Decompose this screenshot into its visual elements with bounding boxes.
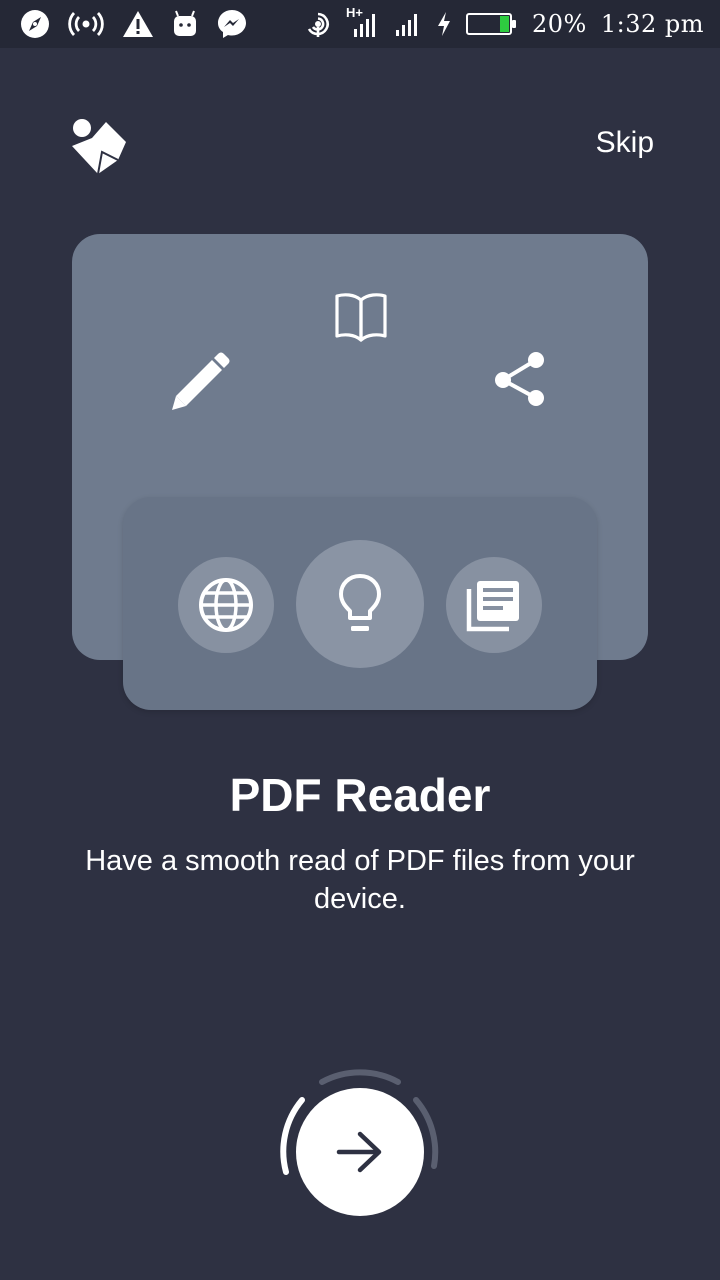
onboarding-screen: H+ 20% 1:32 pm Skip PDF Reader Have a sm…: [0, 0, 720, 1280]
pencil-icon: [172, 352, 230, 410]
news-circle: [446, 557, 542, 653]
lightbulb-circle: [296, 540, 424, 668]
status-bar: H+ 20% 1:32 pm: [0, 0, 720, 48]
status-bar-right: H+ 20% 1:32 pm: [290, 5, 704, 39]
charging-icon: [438, 12, 450, 36]
next-button-container: [274, 1066, 446, 1238]
signal-icon: [396, 14, 417, 36]
battery-percent: 20%: [532, 10, 587, 38]
compass-icon: [21, 10, 49, 38]
status-bar-left: [20, 8, 266, 40]
page-title: PDF Reader: [229, 769, 491, 821]
share-icon: [495, 352, 544, 406]
signal-icon: H+: [346, 5, 380, 39]
messenger-icon: [218, 10, 246, 38]
book-icon: [335, 293, 387, 342]
globe-circle: [178, 557, 274, 653]
clock: 1:32 pm: [600, 10, 704, 38]
hotspot-icon: [68, 12, 104, 36]
battery-icon: [466, 13, 516, 35]
news-icon: [466, 581, 519, 632]
signal-bars-icon: [354, 14, 375, 37]
warning-icon: [123, 11, 153, 37]
arrow-right-icon: [336, 1131, 382, 1173]
android-icon: [174, 10, 196, 36]
lightbulb-icon: [339, 574, 381, 631]
page-description: Have a smooth read of PDF files from you…: [85, 845, 635, 915]
app-logo-icon: [72, 119, 126, 175]
wifi-calling-icon: [307, 12, 329, 37]
skip-button[interactable]: Skip: [596, 126, 654, 160]
globe-icon: [199, 578, 253, 632]
next-button[interactable]: [296, 1088, 424, 1216]
